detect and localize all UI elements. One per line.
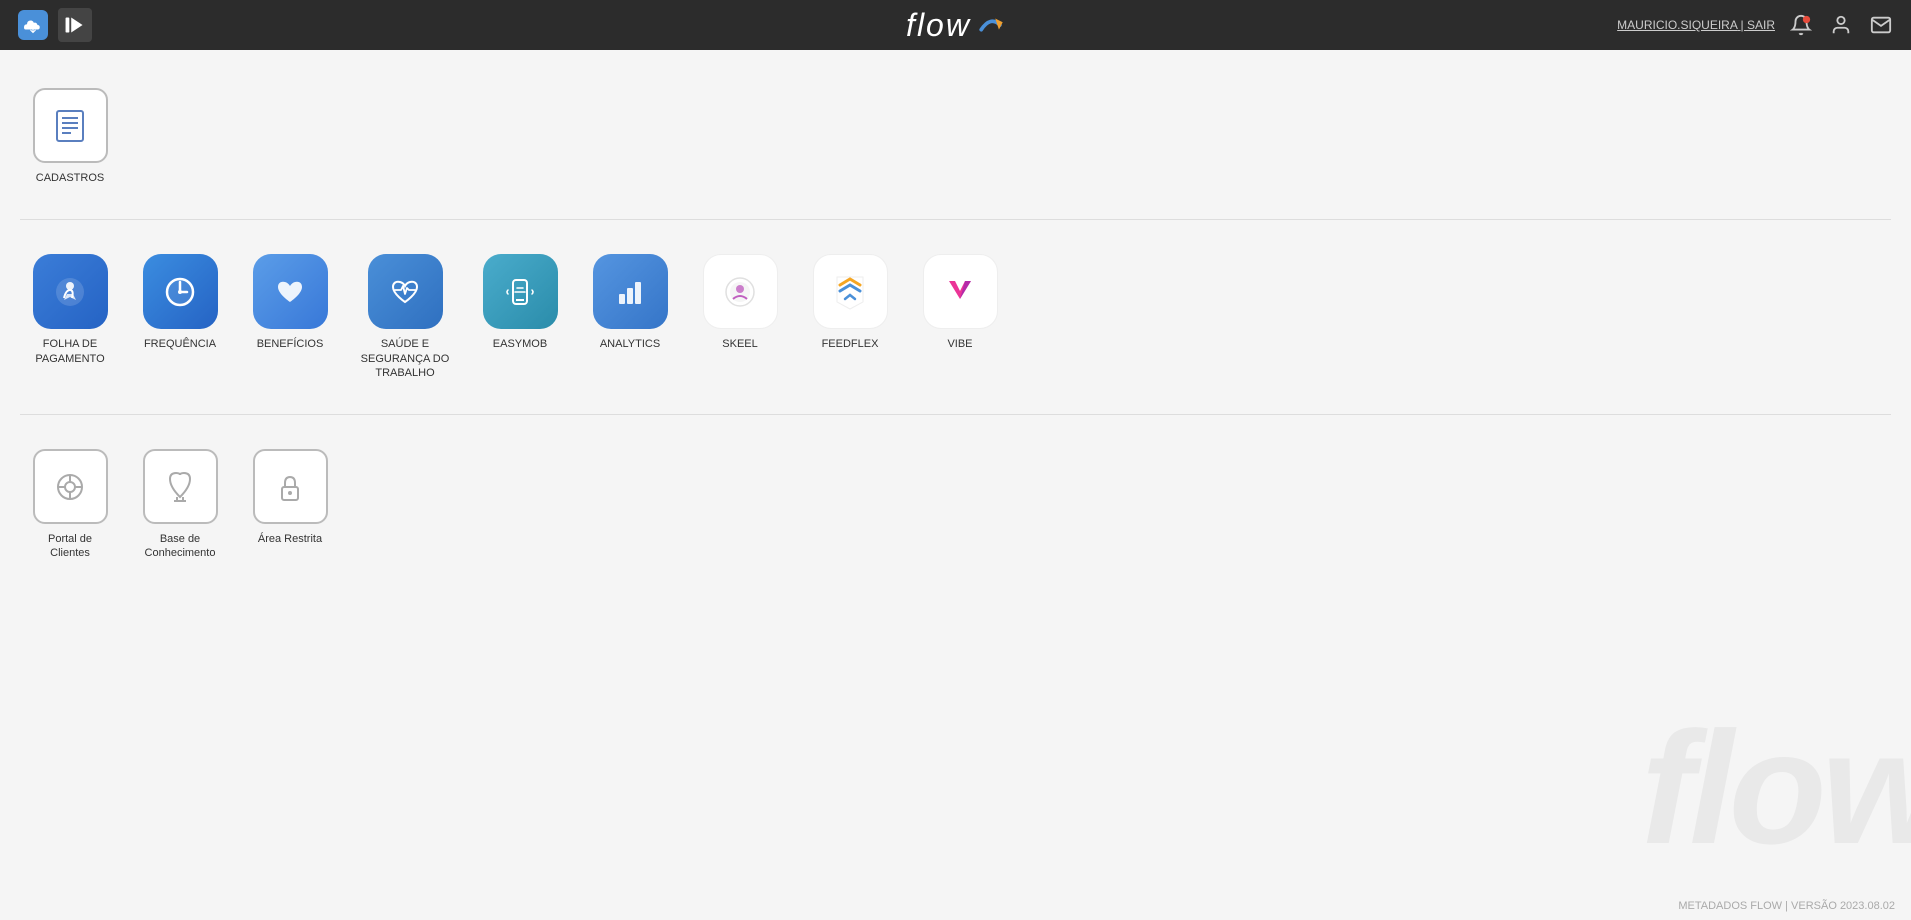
- vibe-label: VIBE: [947, 337, 972, 351]
- app-item-beneficios[interactable]: BENEFÍCIOS: [240, 246, 340, 388]
- exit-icon[interactable]: [58, 8, 92, 42]
- app-item-feedflex[interactable]: FEEDFLEX: [800, 246, 900, 388]
- section-main-apps: FOLHA DE PAGAMENTO FREQUÊNCIA: [20, 236, 1891, 398]
- base-label: Base de Conhecimento: [138, 532, 222, 561]
- portal-label: Portal de Clientes: [28, 532, 112, 561]
- app-item-saude[interactable]: SAÚDE E SEGURANÇA DO TRABALHO: [350, 246, 460, 388]
- app-item-portal[interactable]: Portal de Clientes: [20, 441, 120, 569]
- restrita-label: Área Restrita: [258, 532, 322, 546]
- footer-text: METADADOS FLOW | VERSÃO 2023.08.02: [1678, 900, 1895, 912]
- notification-bell-icon[interactable]: [1787, 11, 1815, 39]
- section-other: Portal de Clientes Base de Conhecimento: [20, 431, 1891, 579]
- app-item-restrita[interactable]: Área Restrita: [240, 441, 340, 569]
- folha-icon: [33, 254, 108, 329]
- app-item-easymob[interactable]: EASYMOB: [470, 246, 570, 388]
- app-item-cadastros[interactable]: CADASTROS: [20, 80, 120, 193]
- portal-icon: [33, 449, 108, 524]
- logo-icon: [977, 11, 1005, 39]
- cadastros-grid: CADASTROS: [20, 70, 1891, 203]
- main-apps-grid: FOLHA DE PAGAMENTO FREQUÊNCIA: [20, 236, 1891, 398]
- vibe-icon: [923, 254, 998, 329]
- skeel-label: SKEEL: [722, 337, 757, 351]
- message-icon[interactable]: [1867, 11, 1895, 39]
- app-item-frequencia[interactable]: FREQUÊNCIA: [130, 246, 230, 388]
- easymob-label: EASYMOB: [493, 337, 547, 351]
- feedflex-label: FEEDFLEX: [822, 337, 879, 351]
- beneficios-icon: [253, 254, 328, 329]
- app-item-vibe[interactable]: VIBE: [910, 246, 1010, 388]
- beneficios-label: BENEFÍCIOS: [257, 337, 324, 351]
- frequencia-icon: [143, 254, 218, 329]
- header: flow MAURICIO.SIQUEIRA | SAIR: [0, 0, 1911, 50]
- restrita-icon: [253, 449, 328, 524]
- app-item-analytics[interactable]: ANALYTICS: [580, 246, 680, 388]
- divider-1: [20, 219, 1891, 220]
- header-logo: flow: [906, 7, 1005, 44]
- skeel-icon: [703, 254, 778, 329]
- divider-2: [20, 414, 1891, 415]
- section-cadastros: CADASTROS: [20, 70, 1891, 203]
- saude-icon: [368, 254, 443, 329]
- user-name-link[interactable]: MAURICIO.SIQUEIRA | SAIR: [1617, 18, 1775, 32]
- folha-label: FOLHA DE PAGAMENTO: [28, 337, 112, 366]
- app-item-base[interactable]: Base de Conhecimento: [130, 441, 230, 569]
- footer: METADADOS FLOW | VERSÃO 2023.08.02: [1678, 900, 1895, 912]
- app-item-skeel[interactable]: SKEEL: [690, 246, 790, 388]
- cloud-icon[interactable]: [16, 8, 50, 42]
- analytics-label: ANALYTICS: [600, 337, 660, 351]
- logo-text: flow: [906, 7, 971, 44]
- watermark: flow: [1641, 696, 1911, 880]
- feedflex-icon: [813, 254, 888, 329]
- app-item-folha[interactable]: FOLHA DE PAGAMENTO: [20, 246, 120, 388]
- analytics-icon: [593, 254, 668, 329]
- cadastros-icon: [33, 88, 108, 163]
- header-right: MAURICIO.SIQUEIRA | SAIR: [1617, 11, 1895, 39]
- main-content: CADASTROS FOLHA DE PAGAMENTO: [0, 50, 1911, 599]
- user-profile-icon[interactable]: [1827, 11, 1855, 39]
- other-apps-grid: Portal de Clientes Base de Conhecimento: [20, 431, 1891, 579]
- frequencia-label: FREQUÊNCIA: [144, 337, 216, 351]
- cadastros-label: CADASTROS: [36, 171, 104, 185]
- base-icon: [143, 449, 218, 524]
- header-left: [16, 8, 92, 42]
- saude-label: SAÚDE E SEGURANÇA DO TRABALHO: [358, 337, 452, 380]
- easymob-icon: [483, 254, 558, 329]
